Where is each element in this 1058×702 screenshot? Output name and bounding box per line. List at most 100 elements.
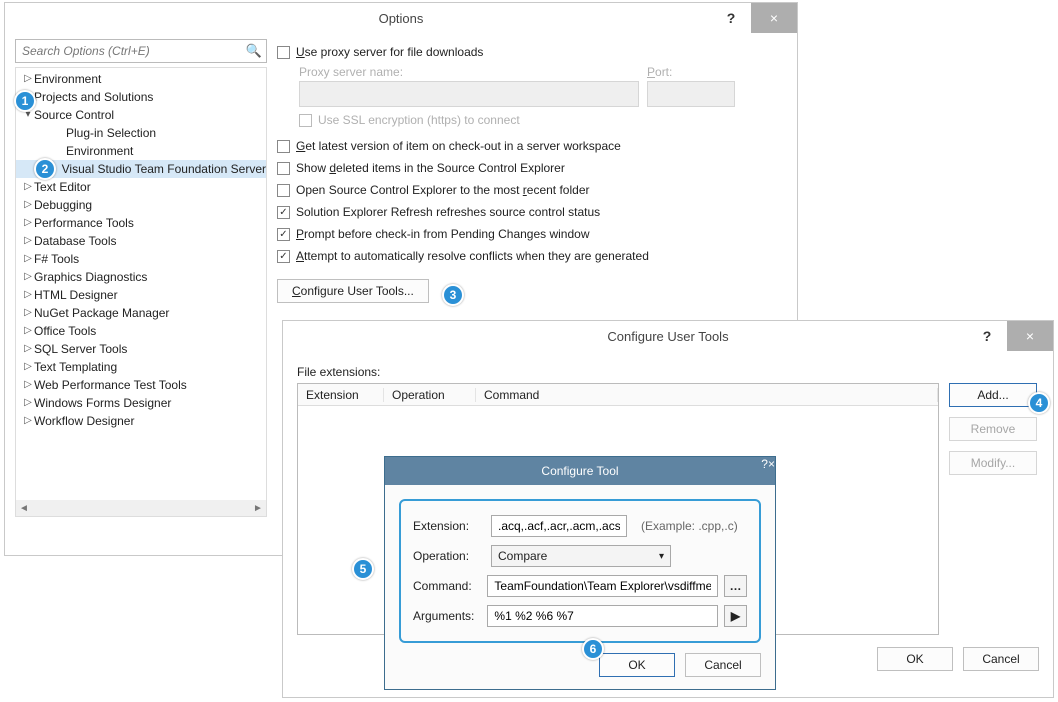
arguments-menu-button[interactable]: ▶ xyxy=(724,605,747,627)
close-icon[interactable]: × xyxy=(751,3,797,33)
tree-expand-icon[interactable]: ▷ xyxy=(22,340,34,358)
tree-item-label: F# Tools xyxy=(34,250,79,268)
fields-highlight: Extension: (Example: .cpp,.c) Operation:… xyxy=(399,499,761,643)
tree-item[interactable]: ▷SQL Server Tools xyxy=(16,340,266,358)
help-icon[interactable]: ? xyxy=(711,3,751,33)
tree-item[interactable]: ▷HTML Designer xyxy=(16,286,266,304)
chevron-down-icon: ▾ xyxy=(659,551,664,562)
horizontal-scrollbar[interactable]: ◄ ► xyxy=(16,500,266,516)
tree-item[interactable]: Plug-in Selection xyxy=(16,124,266,142)
use-proxy-checkbox[interactable]: Use proxy server for file downloads xyxy=(277,41,787,63)
tree-item-label: Text Templating xyxy=(34,358,117,376)
tree-expand-icon[interactable]: ▷ xyxy=(22,178,34,196)
col-extension: Extension xyxy=(298,388,384,402)
operation-select[interactable]: Compare ▾ xyxy=(491,545,671,567)
tree-item[interactable]: ▷Text Templating xyxy=(16,358,266,376)
tree-item-label: Debugging xyxy=(34,196,92,214)
get-latest-checkbox[interactable]: Get latest version of item on check-out … xyxy=(277,135,787,157)
tree-expand-icon[interactable]: ▷ xyxy=(22,268,34,286)
arguments-input[interactable] xyxy=(487,605,718,627)
annotation-badge-1: 1 xyxy=(14,90,36,112)
add-button[interactable]: Add... xyxy=(949,383,1037,407)
tree-expand-icon[interactable]: ▷ xyxy=(22,214,34,232)
configure-tool-dialog: Configure Tool ? × Extension: (Example: … xyxy=(384,456,776,690)
annotation-badge-6: 6 xyxy=(582,638,604,660)
operation-label: Operation: xyxy=(413,549,485,563)
tree-item[interactable]: ▷Environment xyxy=(16,70,266,88)
tree-expand-icon[interactable]: ▷ xyxy=(22,286,34,304)
annotation-badge-5: 5 xyxy=(352,558,374,580)
tree-item-label: Visual Studio Team Foundation Server xyxy=(62,160,266,178)
tree-item[interactable]: ▷Office Tools xyxy=(16,322,266,340)
command-input[interactable] xyxy=(487,575,718,597)
tree-item-label: HTML Designer xyxy=(34,286,118,304)
file-extensions-label: File extensions: xyxy=(297,365,1039,379)
search-input[interactable]: Search Options (Ctrl+E) 🔍 xyxy=(15,39,267,63)
tree-item[interactable]: ▷Performance Tools xyxy=(16,214,266,232)
tree-item[interactable]: ▷Windows Forms Designer xyxy=(16,394,266,412)
tree-item-label: Performance Tools xyxy=(34,214,134,232)
scroll-right-icon[interactable]: ► xyxy=(250,503,266,514)
tree-expand-icon[interactable]: ▷ xyxy=(22,196,34,214)
refresh-checkbox[interactable]: ✓ Solution Explorer Refresh refreshes so… xyxy=(277,201,787,223)
help-icon[interactable]: ? xyxy=(761,457,768,485)
tree-item[interactable]: ▾Source Control xyxy=(16,106,266,124)
annotation-badge-2: 2 xyxy=(34,158,56,180)
tree-expand-icon[interactable]: ▷ xyxy=(22,70,34,88)
options-titlebar: Options ? × xyxy=(5,3,797,33)
proxy-name-input xyxy=(299,81,639,107)
cancel-button[interactable]: Cancel xyxy=(685,653,761,677)
tree-expand-icon[interactable]: ▷ xyxy=(22,394,34,412)
tree-expand-icon[interactable]: ▷ xyxy=(22,412,34,430)
tree-item[interactable]: Environment xyxy=(16,142,266,160)
ok-button[interactable]: OK xyxy=(877,647,953,671)
tree-expand-icon[interactable]: ▷ xyxy=(22,232,34,250)
tree-item[interactable]: ▷NuGet Package Manager xyxy=(16,304,266,322)
help-icon[interactable]: ? xyxy=(967,321,1007,351)
tree-item-label: Text Editor xyxy=(34,178,91,196)
tree-item[interactable]: ▷F# Tools xyxy=(16,250,266,268)
tree-item[interactable]: ▷Database Tools xyxy=(16,232,266,250)
ok-button[interactable]: OK xyxy=(599,653,675,677)
open-recent-checkbox[interactable]: Open Source Control Explorer to the most… xyxy=(277,179,787,201)
extension-input[interactable] xyxy=(491,515,627,537)
tree-item-label: Office Tools xyxy=(34,322,96,340)
close-icon[interactable]: × xyxy=(768,457,775,485)
extension-label: Extension: xyxy=(413,519,485,533)
proxy-port-input xyxy=(647,81,735,107)
auto-resolve-checkbox[interactable]: ✓ Attempt to automatically resolve confl… xyxy=(277,245,787,267)
tree-item[interactable]: ▷Web Performance Test Tools xyxy=(16,376,266,394)
configure-user-tools-button[interactable]: Configure User Tools... xyxy=(277,279,429,303)
tree-expand-icon[interactable]: ▷ xyxy=(22,376,34,394)
show-deleted-checkbox[interactable]: Show deleted items in the Source Control… xyxy=(277,157,787,179)
modify-button: Modify... xyxy=(949,451,1037,475)
annotation-badge-3: 3 xyxy=(442,284,464,306)
extension-example: (Example: .cpp,.c) xyxy=(641,519,738,533)
scroll-left-icon[interactable]: ◄ xyxy=(16,503,32,514)
options-tree[interactable]: ▷Environment▷Projects and Solutions▾Sour… xyxy=(15,67,267,517)
tree-expand-icon[interactable]: ▷ xyxy=(22,304,34,322)
tree-item[interactable]: ▷Graphics Diagnostics xyxy=(16,268,266,286)
tree-expand-icon[interactable]: ▷ xyxy=(22,250,34,268)
ssl-checkbox: Use SSL encryption (https) to connect xyxy=(299,113,787,127)
options-title: Options xyxy=(379,11,424,26)
search-placeholder: Search Options (Ctrl+E) xyxy=(22,44,246,58)
tree-item[interactable]: ▷Text Editor xyxy=(16,178,266,196)
close-icon[interactable]: × xyxy=(1007,321,1053,351)
tree-item-label: Source Control xyxy=(34,106,114,124)
prompt-checkin-checkbox[interactable]: ✓ Prompt before check-in from Pending Ch… xyxy=(277,223,787,245)
cancel-button[interactable]: Cancel xyxy=(963,647,1039,671)
tree-item-label: SQL Server Tools xyxy=(34,340,127,358)
col-command: Command xyxy=(476,388,938,402)
tree-item[interactable]: ▷Projects and Solutions xyxy=(16,88,266,106)
tool-titlebar: Configure Tool ? × xyxy=(385,457,775,485)
tree-item-label: NuGet Package Manager xyxy=(34,304,169,322)
tree-expand-icon[interactable]: ▷ xyxy=(22,358,34,376)
tree-expand-icon[interactable]: ▷ xyxy=(22,322,34,340)
tree-item-label: Web Performance Test Tools xyxy=(34,376,187,394)
tree-item[interactable]: ▷Workflow Designer xyxy=(16,412,266,430)
browse-button[interactable]: … xyxy=(724,575,747,597)
tree-item[interactable]: ▷Debugging xyxy=(16,196,266,214)
tree-item-label: Projects and Solutions xyxy=(34,88,153,106)
col-operation: Operation xyxy=(384,388,476,402)
